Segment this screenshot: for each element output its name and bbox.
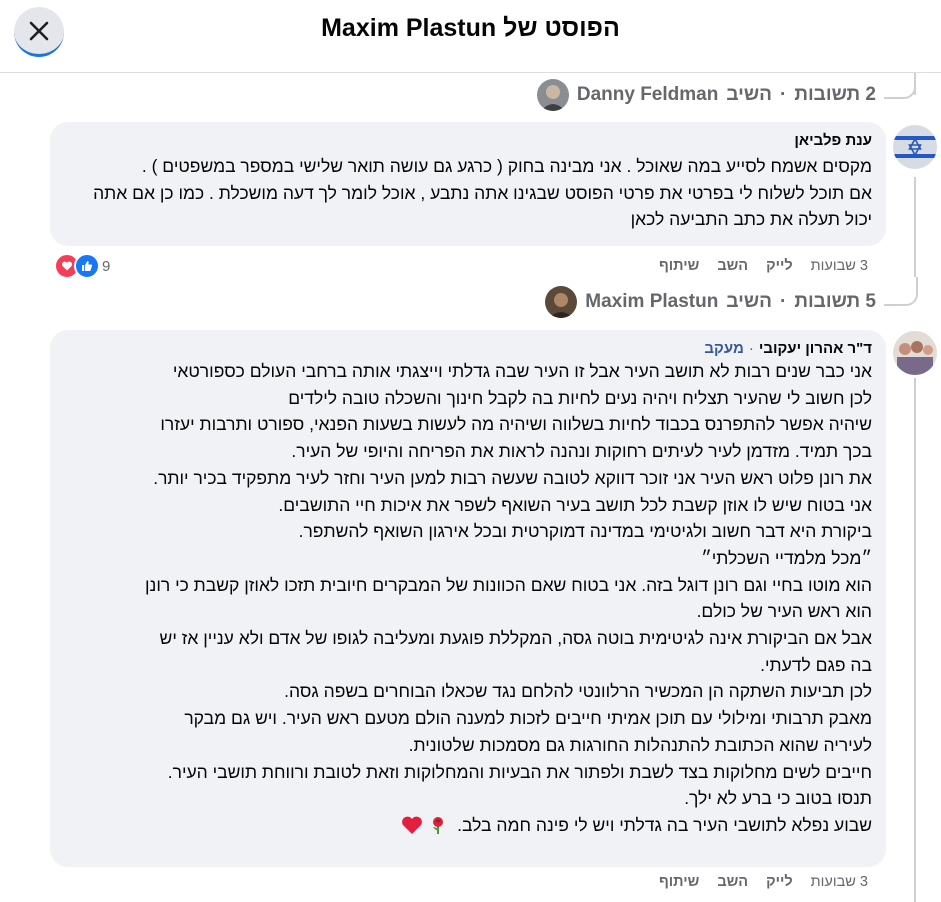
comments-section: 2 תשובות · השיב Danny Feldman ענת פלביאן…: [0, 73, 941, 902]
comment-bubble: ענת פלביאן מקסים אשמח לסייע במה שאוכל . …: [50, 122, 886, 246]
comment-line: מאבק תרבותי ומילולי עם תוכן אמיתי חייבים…: [184, 708, 872, 729]
separator-dot: ·: [748, 340, 754, 357]
rose-emoji: [433, 816, 444, 834]
comment-author[interactable]: ענת פלביאן: [64, 132, 872, 149]
comment-line-text: שבוע נפלא לתושבי העיר בה גדלתי ויש לי פי…: [457, 814, 872, 835]
like-button[interactable]: לייק: [766, 874, 793, 890]
comment-text: אני כבר שנים רבות לא תושב העיר אבל זו הע…: [64, 358, 872, 839]
comment-actions: 3 שבועות לייק השב שיתוף: [659, 871, 868, 893]
comment-line: מקסים אשמח לסייע במה שאוכל . אני מבינה ב…: [141, 156, 872, 176]
comment-line: לעיריה שהוא הכתובת להתנהלות החורגות גם מ…: [408, 734, 872, 755]
share-button[interactable]: שיתוף: [659, 874, 699, 890]
separator-dot: ·: [779, 291, 787, 312]
comment-line: בכך תמיד. מזדמן לעיר לעיתים רחוקות ונהנה…: [291, 441, 872, 462]
avatar[interactable]: [893, 331, 937, 375]
comment-actions: 3 שבועות לייק השב שיתוף: [659, 255, 868, 277]
like-reaction-icon: [74, 253, 100, 279]
comment-line: אבל אם הביקורת אינה לגיטימית בוטה גסה, ה…: [159, 628, 872, 649]
comment-line: תנסו בטוב כי ברע לא ילך.: [684, 788, 872, 809]
thread-connector: [884, 277, 918, 306]
comment-line: אני בטוח שיש לו אוזן קשבת לכל תושב בעיר …: [278, 494, 872, 515]
comment-author[interactable]: ד"ר אהרון יעקובי: [759, 340, 872, 357]
comment-line: לכן תביעות השתקה הן המכשיר הרלוונטי להלח…: [284, 681, 872, 702]
avatar[interactable]: [893, 125, 937, 169]
thread-line: [914, 378, 916, 902]
page-title: הפוסט של Maxim Plastun: [321, 14, 620, 42]
thread-connector: [884, 73, 916, 99]
post-header: הפוסט של Maxim Plastun: [0, 0, 941, 73]
comment-timestamp[interactable]: 3 שבועות: [811, 258, 868, 274]
reaction-count: 9: [102, 257, 111, 275]
replier-name: Danny Feldman: [576, 84, 719, 105]
view-replies-link[interactable]: 5 תשובות · השיב Maxim Plastun: [545, 284, 876, 320]
follow-button[interactable]: מעקב: [704, 340, 743, 357]
view-replies-link[interactable]: 2 תשובות · השיב Danny Feldman: [536, 77, 876, 113]
thread-line: [914, 177, 916, 277]
replier-name: Maxim Plastun: [585, 291, 719, 312]
comment-line: יכול תעלה את כתב התביעה לכאן: [630, 209, 872, 230]
comment-timestamp[interactable]: 3 שבועות: [811, 874, 868, 890]
like-button[interactable]: לייק: [766, 258, 793, 274]
comment-line: הוא מוטו בחיי וגם רונן דוגל בזה. אני בטו…: [144, 574, 872, 595]
replier-avatar: [536, 79, 569, 111]
comment-author-row: ד"ר אהרון יעקובי · מעקב: [64, 340, 872, 357]
reply-button[interactable]: השב: [717, 258, 748, 274]
comment-line: חייבים לשים מחלוקות בצד לשבת ולפתור את ה…: [167, 761, 872, 782]
comment-line: ביקורת היא דבר חשוב ולגיטימי במדינה דמוק…: [298, 521, 872, 542]
comment-line: אם תוכל לשלוח לי בפרטי את פרטי הפוסט שבג…: [93, 182, 872, 203]
replied-label: השיב: [726, 84, 772, 105]
comment-line: ״מכל מלמדיי השכלתי״: [701, 547, 872, 568]
reply-count: 2 תשובות: [794, 84, 876, 105]
comment-line: הוא ראש העיר של כולם.: [696, 601, 872, 622]
comment-text: מקסים אשמח לסייע במה שאוכל . אני מבינה ב…: [64, 153, 872, 233]
comment-line: לכן חשוב לי שהעיר תצליח ויהיה נעים לחיות…: [288, 387, 872, 408]
share-button[interactable]: שיתוף: [659, 258, 699, 274]
separator-dot: ·: [779, 84, 787, 105]
reaction-summary[interactable]: 9: [54, 253, 110, 279]
heart-emoji: [402, 816, 423, 834]
reply-count: 5 תשובות: [794, 291, 876, 312]
comment-line: בה פגם לדעתי.: [760, 654, 872, 675]
reply-button[interactable]: השב: [717, 874, 748, 890]
replier-avatar: [545, 286, 578, 318]
comment-line: שיהיה אפשר להתפרנס בכבוד לחיות בשלווה וש…: [160, 414, 872, 435]
comment-line: שבוע נפלא לתושבי העיר בה גדלתי ויש לי פי…: [64, 812, 872, 839]
comment-line: אני כבר שנים רבות לא תושב העיר אבל זו הע…: [172, 361, 872, 381]
comment-bubble: ד"ר אהרון יעקובי · מעקב אני כבר שנים רבו…: [50, 330, 886, 867]
comment-line: את רונן פלוט ראש העיר אני זוכר דווקא לטו…: [153, 467, 872, 488]
replied-label: השיב: [726, 291, 772, 312]
